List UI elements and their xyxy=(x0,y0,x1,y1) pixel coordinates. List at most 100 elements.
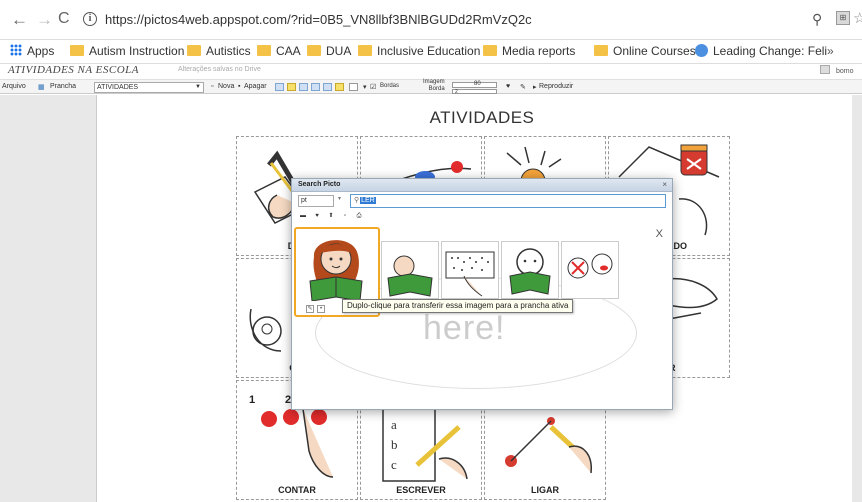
delete-icon: ▪ xyxy=(238,83,241,90)
bookmark-star-icon[interactable]: ☆ xyxy=(853,9,862,27)
nova-button[interactable]: Nova xyxy=(218,83,234,90)
zoom-icon[interactable]: ⚲ xyxy=(812,11,822,28)
picto-result-3[interactable] xyxy=(441,241,499,299)
play-icon: ▸ xyxy=(533,84,537,91)
document-title[interactable]: ATIVIDADES NA ESCOLA xyxy=(8,64,139,76)
bookmarks-more[interactable]: » xyxy=(827,44,834,58)
chevron-down-icon[interactable]: ▾ xyxy=(338,195,341,202)
forward-arrow-icon[interactable]: → xyxy=(36,10,53,30)
bookmark-leading-change[interactable]: Leading Change: Feli xyxy=(695,44,827,60)
language-field[interactable]: pt xyxy=(298,195,334,207)
extension-icon[interactable]: ⊞ xyxy=(836,11,850,25)
dialog-title: Search Picto xyxy=(298,181,341,188)
braille-reading-icon xyxy=(445,251,495,297)
apagar-button[interactable]: Apagar xyxy=(244,83,267,90)
girl-reading-icon xyxy=(309,240,363,302)
image-size-labels: Imagem Borda xyxy=(423,79,445,92)
folder-icon xyxy=(594,45,608,56)
layout-icon[interactable] xyxy=(323,83,332,91)
board-select[interactable]: ATIVIDADES ▼ xyxy=(94,82,204,93)
folder-icon[interactable]: ▬ xyxy=(298,211,308,221)
layout-icon[interactable] xyxy=(275,83,284,91)
left-sidebar xyxy=(0,95,97,502)
reload-icon[interactable]: C xyxy=(58,10,70,28)
cell-label: LIGAR xyxy=(531,485,559,495)
transfer-tooltip: Duplo-clique para transferir essa imagem… xyxy=(342,299,574,313)
menu-arquivo[interactable]: Arquivo xyxy=(2,83,26,90)
close-icon[interactable]: × xyxy=(662,180,667,189)
board-title: ATIVIDADES xyxy=(429,108,535,127)
user-area[interactable]: bomo xyxy=(820,65,854,75)
right-gutter xyxy=(852,95,862,502)
bookmark-apps[interactable]: Apps xyxy=(10,44,54,60)
layout-icon[interactable] xyxy=(299,83,308,91)
bookmark-online-courses[interactable]: Online Courses xyxy=(594,44,696,60)
back-arrow-icon[interactable]: ← xyxy=(11,10,28,30)
menu-prancha[interactable]: Prancha xyxy=(50,83,76,90)
bookmark-autistics[interactable]: Autistics xyxy=(187,44,251,60)
color-box-icon[interactable] xyxy=(349,83,358,91)
folder-icon xyxy=(307,45,321,56)
picto-result-4[interactable] xyxy=(501,241,559,299)
boy-reading-icon xyxy=(387,255,433,297)
cell-label: CONTAR xyxy=(278,485,316,495)
search-input[interactable]: ⚲ LER xyxy=(350,194,666,208)
bookmark-inclusive-education[interactable]: Inclusive Education xyxy=(358,44,480,60)
layout-icon[interactable] xyxy=(311,83,320,91)
app-header: ATIVIDADES NA ESCOLA Alterações salvas n… xyxy=(0,64,862,78)
folder-icon xyxy=(187,45,201,56)
settings-icon[interactable] xyxy=(820,65,830,74)
dropdown-icon[interactable]: ▾ xyxy=(363,83,367,91)
apps-grid-icon xyxy=(10,44,22,56)
workspace: ATIVIDADES DES xyxy=(0,95,862,502)
bordas-label: Bordas xyxy=(380,83,400,89)
info-icon[interactable]: i xyxy=(83,12,97,26)
folder-icon xyxy=(358,45,372,56)
border-input[interactable]: 2 xyxy=(452,89,497,95)
image-size-value: 80 xyxy=(474,81,481,87)
layout-highlight-icon[interactable] xyxy=(287,83,296,91)
person-reading-icon xyxy=(509,248,551,295)
bookmark-dua[interactable]: DUA xyxy=(307,44,351,60)
url-text[interactable]: https://pictos4web.appspot.com/?rid=0B5_… xyxy=(105,12,532,27)
page-icon[interactable]: ▫ xyxy=(340,211,350,221)
reproduzir-button[interactable]: Reproduzir xyxy=(539,83,573,90)
svg-text:1: 1 xyxy=(249,394,255,406)
edit-icon[interactable]: ✎ xyxy=(306,305,314,313)
heart-icon[interactable]: ♥ xyxy=(312,211,322,221)
thumb-actions: ✎ • xyxy=(306,305,328,313)
new-icon: ▫ xyxy=(211,83,214,90)
svg-text:b: b xyxy=(391,437,398,452)
favorite-icon[interactable]: • xyxy=(317,305,325,313)
print-icon[interactable]: ⎙ xyxy=(354,211,364,221)
search-picto-dialog: Search Picto × pt ▾ ⚲ LER ▬ ♥ ⬆ ▫ ⎙ X her… xyxy=(291,178,673,410)
app-toolbar: Arquivo ▦ Prancha ATIVIDADES ▼ ▫ Nova ▪ A… xyxy=(0,79,862,95)
results-area: X here! ✎ • Duplo-clique para transferir… xyxy=(293,225,671,409)
pencil-icon[interactable]: ✎ xyxy=(520,83,526,91)
bookmark-caa[interactable]: CAA xyxy=(257,44,301,60)
color-icon[interactable] xyxy=(335,83,344,91)
bookmark-autism-instruction[interactable]: Autism Instruction xyxy=(70,44,184,60)
folder-icon xyxy=(483,45,497,56)
folder-icon xyxy=(70,45,84,56)
svg-text:c: c xyxy=(391,457,397,472)
chevron-down-icon: ▼ xyxy=(195,84,201,90)
dialog-header[interactable]: Search Picto × xyxy=(292,179,672,192)
search-icon: ⚲ xyxy=(354,197,360,204)
bookmark-media-reports[interactable]: Media reports xyxy=(483,44,575,60)
cell-label: ESCREVER xyxy=(396,485,446,495)
picto-result-2[interactable] xyxy=(381,241,439,299)
info-icon[interactable]: ⬆ xyxy=(326,211,336,221)
reading-lips-icon xyxy=(567,253,613,279)
prancha-icon: ▦ xyxy=(38,84,45,91)
picto-result-5[interactable] xyxy=(561,241,619,299)
close-results-icon[interactable]: X xyxy=(656,228,663,240)
save-status: Alterações salvas no Drive xyxy=(178,66,261,73)
url-bar[interactable]: i https://pictos4web.appspot.com/?rid=0B… xyxy=(79,6,799,34)
globe-icon xyxy=(695,44,708,57)
bookmarks-bar: Apps Autism Instruction Autistics CAA DU… xyxy=(0,40,862,64)
heart-icon[interactable]: ♥ xyxy=(506,83,510,90)
drop-zone-text: here! xyxy=(423,309,506,347)
checkbox-icon[interactable]: ☑ xyxy=(370,83,376,91)
folder-icon xyxy=(257,45,271,56)
